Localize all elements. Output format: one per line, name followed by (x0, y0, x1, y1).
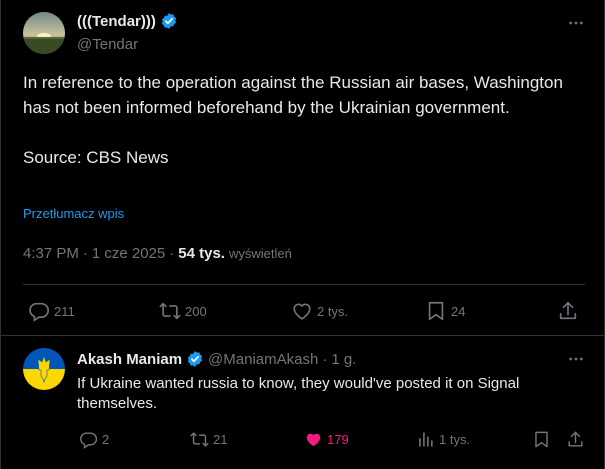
heart-filled-icon (306, 433, 321, 447)
tweet-metadata: 4:37 PM · 1 cze 2025 · 54 tys. wyświetle… (23, 245, 292, 262)
repost-count: 21 (213, 432, 228, 447)
main-tweet: (((Tendar))) @Tendar In reference to the… (1, 0, 605, 336)
avatar[interactable] (23, 12, 65, 54)
heart-icon (293, 303, 311, 320)
reply-author-handle[interactable]: @ManiamAkash (208, 351, 318, 368)
reply-text: If Ukraine wanted russia to know, they w… (77, 375, 520, 412)
divider (23, 284, 585, 285)
author-name-row[interactable]: (((Tendar))) (77, 12, 178, 30)
bookmark-button[interactable] (532, 430, 551, 449)
reply-button[interactable]: 211 (28, 300, 75, 322)
reply-icon (29, 302, 49, 322)
verified-badge-icon (161, 13, 176, 29)
repost-button[interactable]: 200 (159, 300, 207, 322)
bookmark-button[interactable]: 24 (425, 300, 465, 322)
reply-time[interactable]: 1 g. (331, 351, 356, 368)
share-icon (559, 301, 577, 320)
view-count: 54 tys. (178, 245, 225, 262)
view-count: 1 tys. (439, 432, 471, 447)
share-icon (568, 431, 583, 447)
reply-count: 211 (54, 303, 75, 319)
avatar[interactable] (23, 348, 65, 390)
reply-author-name[interactable]: Akash Maniam (77, 351, 182, 368)
views-button[interactable]: 1 tys. (416, 430, 470, 449)
avatar-landscape-image (23, 12, 65, 54)
ukraine-trident-avatar-image (23, 348, 65, 390)
bookmark-icon (428, 301, 444, 321)
share-button[interactable] (557, 300, 579, 322)
repost-button[interactable]: 21 (190, 430, 227, 449)
separator-dot: · (322, 350, 328, 368)
more-dots-icon[interactable] (565, 348, 587, 370)
repost-icon (159, 302, 181, 320)
reply-button[interactable]: 2 (79, 430, 109, 449)
analytics-bar-icon (419, 432, 433, 447)
bookmark-count: 24 (451, 303, 466, 319)
like-count: 179 (327, 432, 349, 447)
bookmark-icon (535, 431, 548, 448)
reply-tweet: Akash Maniam @ManiamAkash · 1 g. If Ukra… (1, 336, 605, 469)
view-count-label: wyświetleń (228, 246, 292, 261)
translate-link[interactable]: Przetłumacz wpis (23, 206, 124, 221)
author-handle[interactable]: @Tendar (77, 36, 138, 53)
tweet-text: In reference to the operation against th… (23, 73, 563, 167)
reply-header: Akash Maniam @ManiamAkash · 1 g. (77, 350, 356, 368)
share-button[interactable] (566, 430, 585, 449)
reply-icon (80, 432, 98, 449)
repost-count: 200 (185, 303, 207, 319)
like-button[interactable]: 2 tys. (291, 300, 348, 322)
like-button[interactable]: 179 (304, 430, 349, 449)
verified-badge-icon (187, 351, 203, 367)
tweet-time[interactable]: 4:37 PM (23, 245, 79, 262)
separator-dot: · (169, 245, 175, 262)
tweet-date[interactable]: 1 cze 2025 (92, 245, 165, 262)
more-dots-icon[interactable] (565, 12, 587, 34)
like-count: 2 tys. (317, 303, 349, 319)
author-display-name[interactable]: (((Tendar))) (77, 13, 156, 30)
tweet-thread: (((Tendar))) @Tendar In reference to the… (0, 0, 605, 469)
repost-icon (190, 432, 209, 447)
reply-count: 2 (102, 432, 110, 447)
separator-dot: · (82, 245, 88, 262)
